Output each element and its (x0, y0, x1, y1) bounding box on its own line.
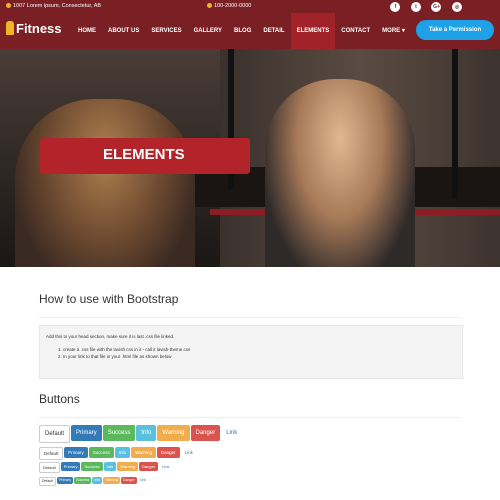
danger-button[interactable]: Danger (121, 477, 137, 484)
address: 1007 Lorem ipsum, Consectetur, AB (6, 3, 101, 9)
phone-icon (207, 3, 212, 8)
menu-gallery[interactable]: GALLERY (188, 13, 228, 49)
menu-blog[interactable]: BLOG (228, 13, 257, 49)
take-permission-button[interactable]: Take a Permission (416, 20, 494, 40)
main-menu: HOME ABOUT US SERVICES GALLERY BLOG DETAIL ELE… (72, 13, 411, 49)
instagram-icon[interactable]: ◎ (452, 2, 462, 12)
trainer-figure (15, 99, 195, 267)
bootstrap-heading: How to use with Bootstrap (39, 292, 179, 306)
info-button[interactable]: Info (114, 447, 131, 458)
danger-button[interactable]: Danger (156, 447, 180, 458)
button-row-xsmall: Default Primary Success Info Warning Danger Li… (39, 477, 149, 495)
hero-title: ELEMENTS (103, 146, 185, 163)
code-step-2: 2. In your link to that file in your .ht… (58, 354, 172, 359)
success-button[interactable]: Success (88, 447, 114, 458)
primary-button[interactable]: Primary (57, 477, 74, 484)
divider (39, 317, 461, 318)
logo[interactable]: Fitness (6, 21, 62, 36)
menu-contact[interactable]: CONTACT (335, 13, 376, 49)
default-button[interactable]: Default (39, 462, 60, 473)
menu-about-us[interactable]: ABOUT US (102, 13, 145, 49)
default-button[interactable]: Default (39, 425, 71, 443)
success-button[interactable]: Success (74, 477, 92, 484)
address-text: 1007 Lorem ipsum, Consectetur, AB (13, 3, 102, 9)
info-button[interactable]: Info (103, 462, 117, 471)
warning-button[interactable]: Warning (117, 462, 139, 471)
primary-button[interactable]: Primary (64, 447, 88, 458)
facebook-icon[interactable]: f (390, 2, 401, 12)
link-button[interactable]: Link (181, 447, 197, 458)
location-icon (6, 3, 11, 8)
athlete-figure (265, 79, 415, 267)
buttons-heading: Buttons (39, 392, 80, 406)
twitter-icon[interactable]: t (410, 2, 421, 12)
social-links: f t G+ ◎ (381, 2, 462, 12)
code-step-1: 1. create a .css file with the lavish.cs… (58, 347, 191, 352)
menu-elements[interactable]: ELEMENTS (290, 13, 336, 49)
link-button[interactable]: Link (221, 425, 242, 441)
button-row-large: Default Primary Success Info Warning Danger Li… (39, 425, 243, 443)
warning-button[interactable]: Warning (157, 425, 190, 441)
menu-services[interactable]: SERVICES (145, 13, 187, 49)
primary-button[interactable]: Primary (71, 425, 102, 441)
code-intro: Add this to your head section, make sure… (46, 334, 175, 339)
link-button[interactable]: Link (159, 462, 172, 471)
warning-button[interactable]: Warning (103, 477, 121, 484)
success-button[interactable]: Success (81, 462, 103, 471)
phone-text: 100-2000-0000 (214, 3, 252, 9)
primary-button[interactable]: Primary (60, 462, 81, 471)
menu-home[interactable]: HOME (72, 13, 102, 49)
phone: 100-2000-0000 (207, 3, 251, 9)
link-button[interactable]: Link (138, 477, 148, 484)
info-button[interactable]: Info (136, 425, 157, 441)
default-button[interactable]: Default (39, 477, 57, 486)
info-button[interactable]: Info (92, 477, 103, 484)
fitness-logo-icon (6, 21, 14, 35)
menu-more[interactable]: MORE ▾ (376, 13, 411, 49)
danger-button[interactable]: Danger (190, 425, 221, 441)
code-block: Add this to your head section, make sure… (39, 325, 463, 379)
navbar: Fitness HOME ABOUT US SERVICES GALLERY BLOG D… (0, 13, 500, 49)
top-bar: 1007 Lorem ipsum, Consectetur, AB 100-20… (0, 0, 500, 13)
menu-detail[interactable]: DETAIL (257, 13, 290, 49)
hero-title-banner: ELEMENTS (40, 138, 250, 174)
trx-strap-right (452, 49, 458, 199)
google-plus-icon[interactable]: G+ (431, 2, 442, 12)
warning-button[interactable]: Warning (131, 447, 156, 458)
logo-text: Fitness (16, 21, 62, 36)
success-button[interactable]: Success (102, 425, 136, 441)
danger-button[interactable]: Danger (139, 462, 159, 471)
divider (39, 417, 461, 418)
default-button[interactable]: Default (39, 447, 64, 460)
